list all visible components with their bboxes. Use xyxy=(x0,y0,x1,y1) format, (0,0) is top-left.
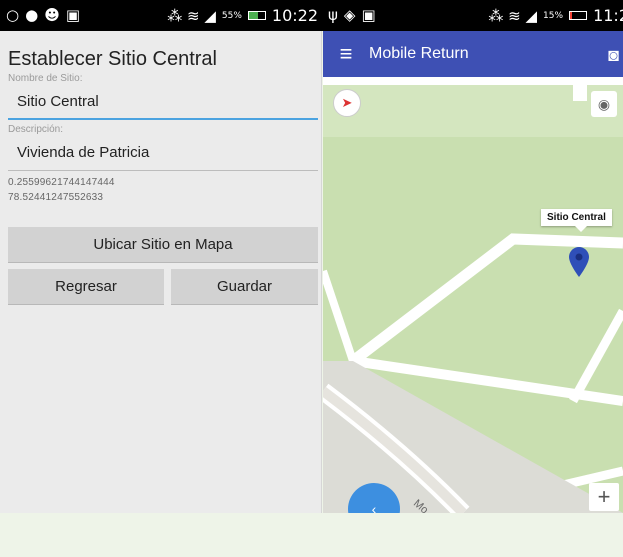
chevron-left-icon: ‹ xyxy=(371,501,377,513)
signal-icon: ⁂ ≋ ◢ xyxy=(167,6,216,25)
crosshair-icon: ◉ xyxy=(597,95,611,112)
description-field[interactable]: Vivienda de Patricia xyxy=(8,141,318,171)
clock: 10:22 xyxy=(271,6,318,25)
site-form-screen: ○ ● ☻ ▣ ⁂ ≋ ◢ 55% 10:22 Establecer Sitio… xyxy=(0,0,322,513)
compass-button[interactable]: ➤ xyxy=(333,89,361,117)
notification-icons-right: ψ ◈ ▣ xyxy=(328,6,376,24)
battery-percent: 15% xyxy=(543,10,564,21)
save-button[interactable]: Guardar xyxy=(171,269,318,305)
contact-icon: ☻ xyxy=(44,6,60,24)
status-right-2: ⁂ ≋ ◢ 15% 11:2 xyxy=(488,6,623,25)
status-bar-right: ψ ◈ ▣ ⁂ ≋ ◢ 15% 11:2 xyxy=(322,0,623,31)
location-pin-icon: ● xyxy=(25,6,39,24)
compass-arrow-icon: ➤ xyxy=(341,95,353,110)
clock: 11:2 xyxy=(593,6,623,25)
marker-callout: Sitio Central xyxy=(541,209,612,232)
hamburger-menu-icon[interactable]: ≡ xyxy=(323,31,369,77)
site-name-label: Nombre de Sitio: xyxy=(8,73,83,84)
status-bar: ○ ● ☻ ▣ ⁂ ≋ ◢ 55% 10:22 xyxy=(0,0,322,31)
my-location-button[interactable]: ◉ xyxy=(591,91,617,117)
signal-icon: ⁂ ≋ ◢ xyxy=(488,6,538,25)
app-bar: ≡ Mobile Return ◙ xyxy=(323,31,623,77)
zoom-in-button[interactable]: + xyxy=(589,483,619,511)
map-screen[interactable]: ≡ Mobile Return ◙ ➤ ◉ Sitio Central Mo ‹… xyxy=(323,31,623,513)
camera-icon[interactable]: ◙ xyxy=(608,45,619,66)
site-name-field[interactable]: Sitio Central xyxy=(8,90,318,120)
battery-icon xyxy=(247,11,266,20)
latitude-value: 0.255996217441474​44 xyxy=(8,177,115,188)
app-title: Mobile Return xyxy=(369,45,469,62)
status-right: ⁂ ≋ ◢ 55% 10:22 xyxy=(167,6,318,25)
battery-percent: 55% xyxy=(221,10,242,21)
battery-icon xyxy=(569,11,588,20)
circle-icon: ○ xyxy=(6,6,20,24)
back-button[interactable]: Regresar xyxy=(8,269,164,305)
gps-icon: ◈ xyxy=(343,6,356,24)
description-label: Descripción: xyxy=(8,124,64,135)
longitude-value: 78.52441247552633 xyxy=(8,192,104,203)
bottom-background xyxy=(0,513,623,557)
page-title: Establecer Sitio Central xyxy=(8,48,217,70)
usb-icon: ψ xyxy=(328,6,338,24)
locate-on-map-button[interactable]: Ubicar Sitio en Mapa xyxy=(8,227,318,263)
location-pin-icon[interactable] xyxy=(569,247,589,277)
notification-icons: ○ ● ☻ ▣ xyxy=(6,6,80,24)
image-icon: ▣ xyxy=(361,6,376,24)
image-icon: ▣ xyxy=(65,6,81,24)
